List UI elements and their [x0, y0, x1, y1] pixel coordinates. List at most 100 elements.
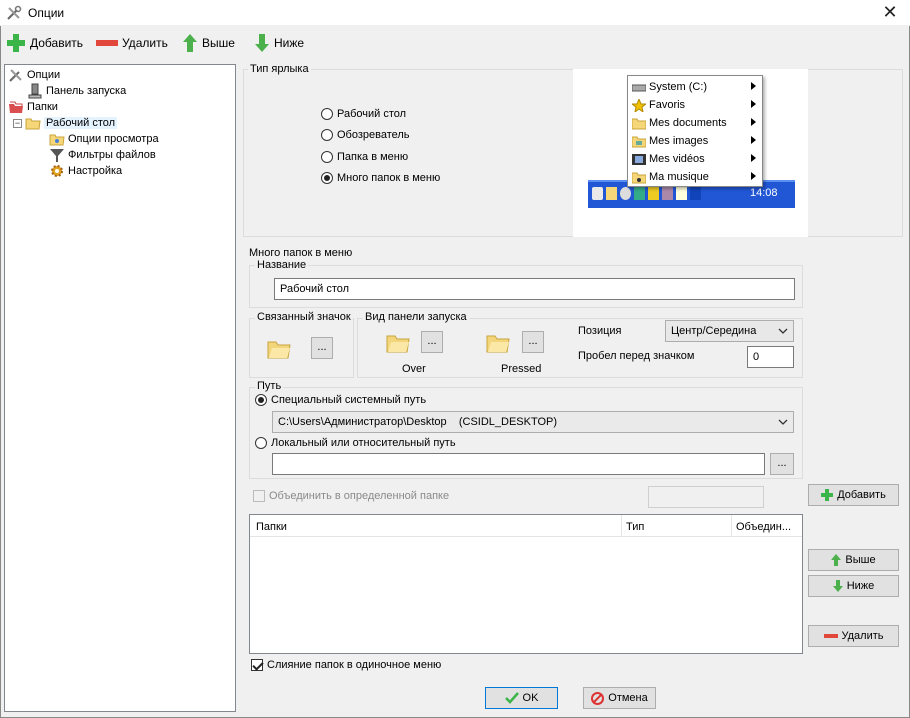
- checkbox-box[interactable]: [253, 490, 265, 502]
- checkbox-box[interactable]: [251, 659, 263, 671]
- tree-item-desktop[interactable]: − Рабочий стол: [13, 115, 118, 131]
- tree-item-file-filters[interactable]: Фильтры файлов: [49, 147, 156, 163]
- computer-icon: [28, 83, 42, 99]
- radio-label: Рабочий стол: [337, 108, 407, 120]
- folder-list[interactable]: Папки Тип Объедин...: [249, 514, 803, 654]
- arrow-down-icon: [832, 580, 843, 592]
- preview-menu-item: Mes documents: [628, 114, 762, 132]
- pressed-browse-button[interactable]: ...: [522, 331, 544, 353]
- merge-folder-field: [648, 486, 764, 508]
- radio-desktop[interactable]: Рабочий стол: [321, 108, 406, 120]
- linked-icon-browse-button[interactable]: ...: [311, 337, 333, 359]
- local-path-input[interactable]: [272, 453, 765, 475]
- radio-label: Обозреватель: [337, 129, 410, 141]
- arrow-up-icon: [183, 34, 197, 52]
- ie-icon: [592, 187, 603, 200]
- tree-item-label: Настройка: [68, 165, 123, 177]
- special-path-value: C:\Users\Администратор\Desktop (CSIDL_DE…: [278, 416, 558, 428]
- radio-explorer[interactable]: Обозреватель: [321, 129, 410, 141]
- radio-folder-in-menu[interactable]: Папка в меню: [321, 151, 408, 163]
- radio-special-path[interactable]: Специальный системный путь: [255, 394, 426, 406]
- tree-item-label: Фильтры файлов: [68, 149, 156, 161]
- preview-menu-item: Mes vidéos: [628, 150, 762, 168]
- merge-in-folder-checkbox[interactable]: Объединить в определенной папке: [253, 490, 449, 502]
- folder-delete-button[interactable]: Удалить: [808, 625, 899, 647]
- taskbar-clock: 14:08: [750, 187, 778, 199]
- tree-item-label: Опции просмотра: [68, 133, 159, 145]
- multi-section-title: Много папок в меню: [249, 247, 353, 259]
- radio-many-folders[interactable]: Много папок в меню: [321, 172, 440, 184]
- plus-icon: [821, 489, 834, 501]
- chevron-down-icon: [778, 328, 788, 334]
- toolbar-up-button[interactable]: Выше: [182, 33, 235, 53]
- tree-item-folders[interactable]: Папки: [8, 99, 58, 115]
- radio-circle[interactable]: [321, 172, 333, 184]
- warning-icon: [648, 187, 659, 200]
- column-folders[interactable]: Папки: [256, 521, 287, 533]
- radio-circle[interactable]: [255, 437, 267, 449]
- position-label: Позиция: [578, 325, 622, 337]
- preview-menu-item: Mes images: [628, 132, 762, 150]
- title-bar: Опции ✕: [0, 0, 910, 26]
- radio-circle[interactable]: [321, 129, 333, 141]
- radio-local-path[interactable]: Локальный или относительный путь: [255, 437, 456, 449]
- monitor-icon: [690, 187, 701, 200]
- tree-item-settings[interactable]: Настройка: [49, 163, 122, 179]
- options-tree[interactable]: Опции Панель запуска Папки − Рабочий сто…: [4, 64, 236, 712]
- preview-menu-item: System (C:): [628, 78, 762, 96]
- local-path-browse-button[interactable]: ...: [770, 453, 794, 475]
- arrow-down-icon: [255, 34, 269, 52]
- tree-expander[interactable]: −: [13, 118, 22, 128]
- ok-button[interactable]: OK: [485, 687, 558, 709]
- merge-single-checkbox[interactable]: Слияние папок в одиночное меню: [251, 659, 441, 671]
- music-folder-icon: [632, 172, 646, 183]
- radio-circle[interactable]: [321, 151, 333, 163]
- column-merged[interactable]: Объедин...: [736, 521, 791, 533]
- preview-panel: 14:08 System (C:) Favoris Mes documents …: [573, 69, 808, 237]
- toolbar-add-label: Добавить: [30, 36, 84, 50]
- spacing-input[interactable]: 0: [747, 346, 794, 368]
- radio-label: Локальный или относительный путь: [271, 437, 456, 449]
- minus-icon: [823, 634, 838, 638]
- clock-icon: [620, 187, 631, 200]
- checkmark-icon: [504, 692, 519, 704]
- plus-icon: [7, 34, 25, 52]
- cancel-label: Отмена: [608, 692, 648, 704]
- toolbar-down-label: Ниже: [274, 36, 305, 50]
- add-folder-button[interactable]: Добавить: [808, 484, 899, 506]
- drive-icon: [632, 84, 646, 91]
- pressed-label: Pressed: [501, 363, 542, 375]
- add-folder-label: Добавить: [837, 489, 886, 501]
- toolbar-add-button[interactable]: Добавить: [6, 33, 83, 53]
- position-select[interactable]: Центр/Середина: [665, 320, 794, 342]
- tree-item-label: Опции: [27, 69, 61, 81]
- shortcut-type-title: Тип ярлыка: [248, 63, 311, 75]
- tree-item-options[interactable]: Опции: [8, 67, 60, 83]
- ok-label: OK: [522, 692, 539, 704]
- folder-down-button[interactable]: Ниже: [808, 575, 899, 597]
- cancel-button[interactable]: Отмена: [583, 687, 656, 709]
- special-path-select[interactable]: C:\Users\Администратор\Desktop (CSIDL_DE…: [272, 411, 794, 433]
- tree-item-launch-panel[interactable]: Панель запуска: [27, 83, 126, 99]
- note-icon: [676, 187, 687, 200]
- close-button[interactable]: ✕: [870, 0, 910, 26]
- film-icon: [632, 153, 646, 165]
- over-browse-button[interactable]: ...: [421, 331, 443, 353]
- folder-pressed-icon: [486, 335, 510, 353]
- images-folder-icon: [632, 136, 646, 147]
- toolbar-delete-button[interactable]: Удалить: [96, 33, 168, 53]
- toolbar-down-button[interactable]: Ниже: [254, 33, 304, 53]
- folder-up-button[interactable]: Выше: [808, 549, 899, 571]
- column-type[interactable]: Тип: [626, 521, 644, 533]
- folder-icon: [606, 187, 617, 200]
- arrow-up-icon: [831, 554, 842, 566]
- name-group-title: Название: [255, 259, 309, 271]
- gear-icon: [51, 165, 63, 177]
- name-input[interactable]: Рабочий стол: [274, 278, 795, 300]
- radio-circle[interactable]: [321, 108, 333, 120]
- radio-circle[interactable]: [255, 394, 267, 406]
- checkbox-label: Объединить в определенной папке: [269, 490, 450, 502]
- tree-item-view-options[interactable]: Опции просмотра: [49, 131, 159, 147]
- spacing-label: Пробел перед значком: [578, 350, 695, 362]
- funnel-icon: [50, 149, 64, 162]
